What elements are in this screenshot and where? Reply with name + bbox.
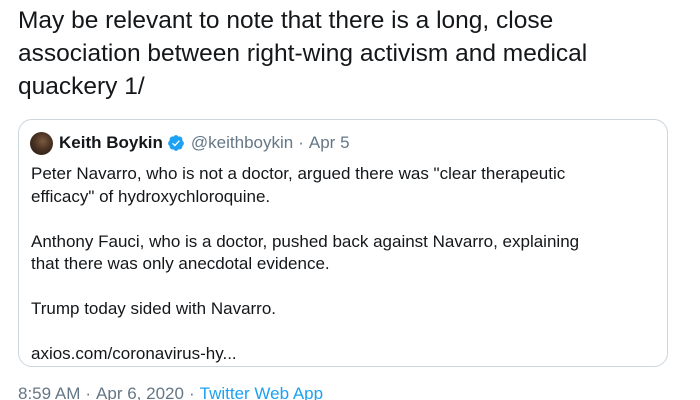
avatar[interactable] bbox=[30, 131, 53, 155]
quoted-paragraph-1: Peter Navarro, who is not a doctor, argu… bbox=[31, 164, 566, 206]
tweet-text: May be relevant to note that there is a … bbox=[18, 7, 588, 100]
quoted-author-handle[interactable]: @keithboykin bbox=[191, 133, 293, 153]
quoted-link[interactable]: axios.com/coronavirus-hy... bbox=[31, 343, 661, 366]
meta-separator-2: · bbox=[188, 384, 195, 400]
quoted-tweet-card[interactable]: Keith Boykin @keithboykin · Apr 5 Peter … bbox=[18, 119, 668, 367]
tweet-metadata: 8:59 AM · Apr 6, 2020 · Twitter Web App bbox=[18, 384, 323, 400]
quoted-author-name[interactable]: Keith Boykin bbox=[59, 133, 163, 153]
tweet-source-link[interactable]: Twitter Web App bbox=[200, 384, 323, 400]
tweet-date[interactable]: Apr 6, 2020 bbox=[96, 384, 184, 400]
meta-separator: · bbox=[85, 384, 92, 400]
verified-badge-icon bbox=[167, 134, 185, 152]
quoted-tweet-body: Peter Navarro, who is not a doctor, argu… bbox=[31, 163, 661, 366]
quoted-tweet-header: Keith Boykin @keithboykin · Apr 5 bbox=[30, 130, 350, 156]
tweet-time[interactable]: 8:59 AM bbox=[18, 384, 80, 400]
quoted-paragraph-3: Trump today sided with Navarro. bbox=[31, 299, 277, 318]
header-separator: · bbox=[298, 133, 304, 152]
quoted-tweet-date[interactable]: Apr 5 bbox=[309, 133, 350, 153]
quoted-paragraph-2: Anthony Fauci, who is a doctor, pushed b… bbox=[31, 231, 580, 274]
